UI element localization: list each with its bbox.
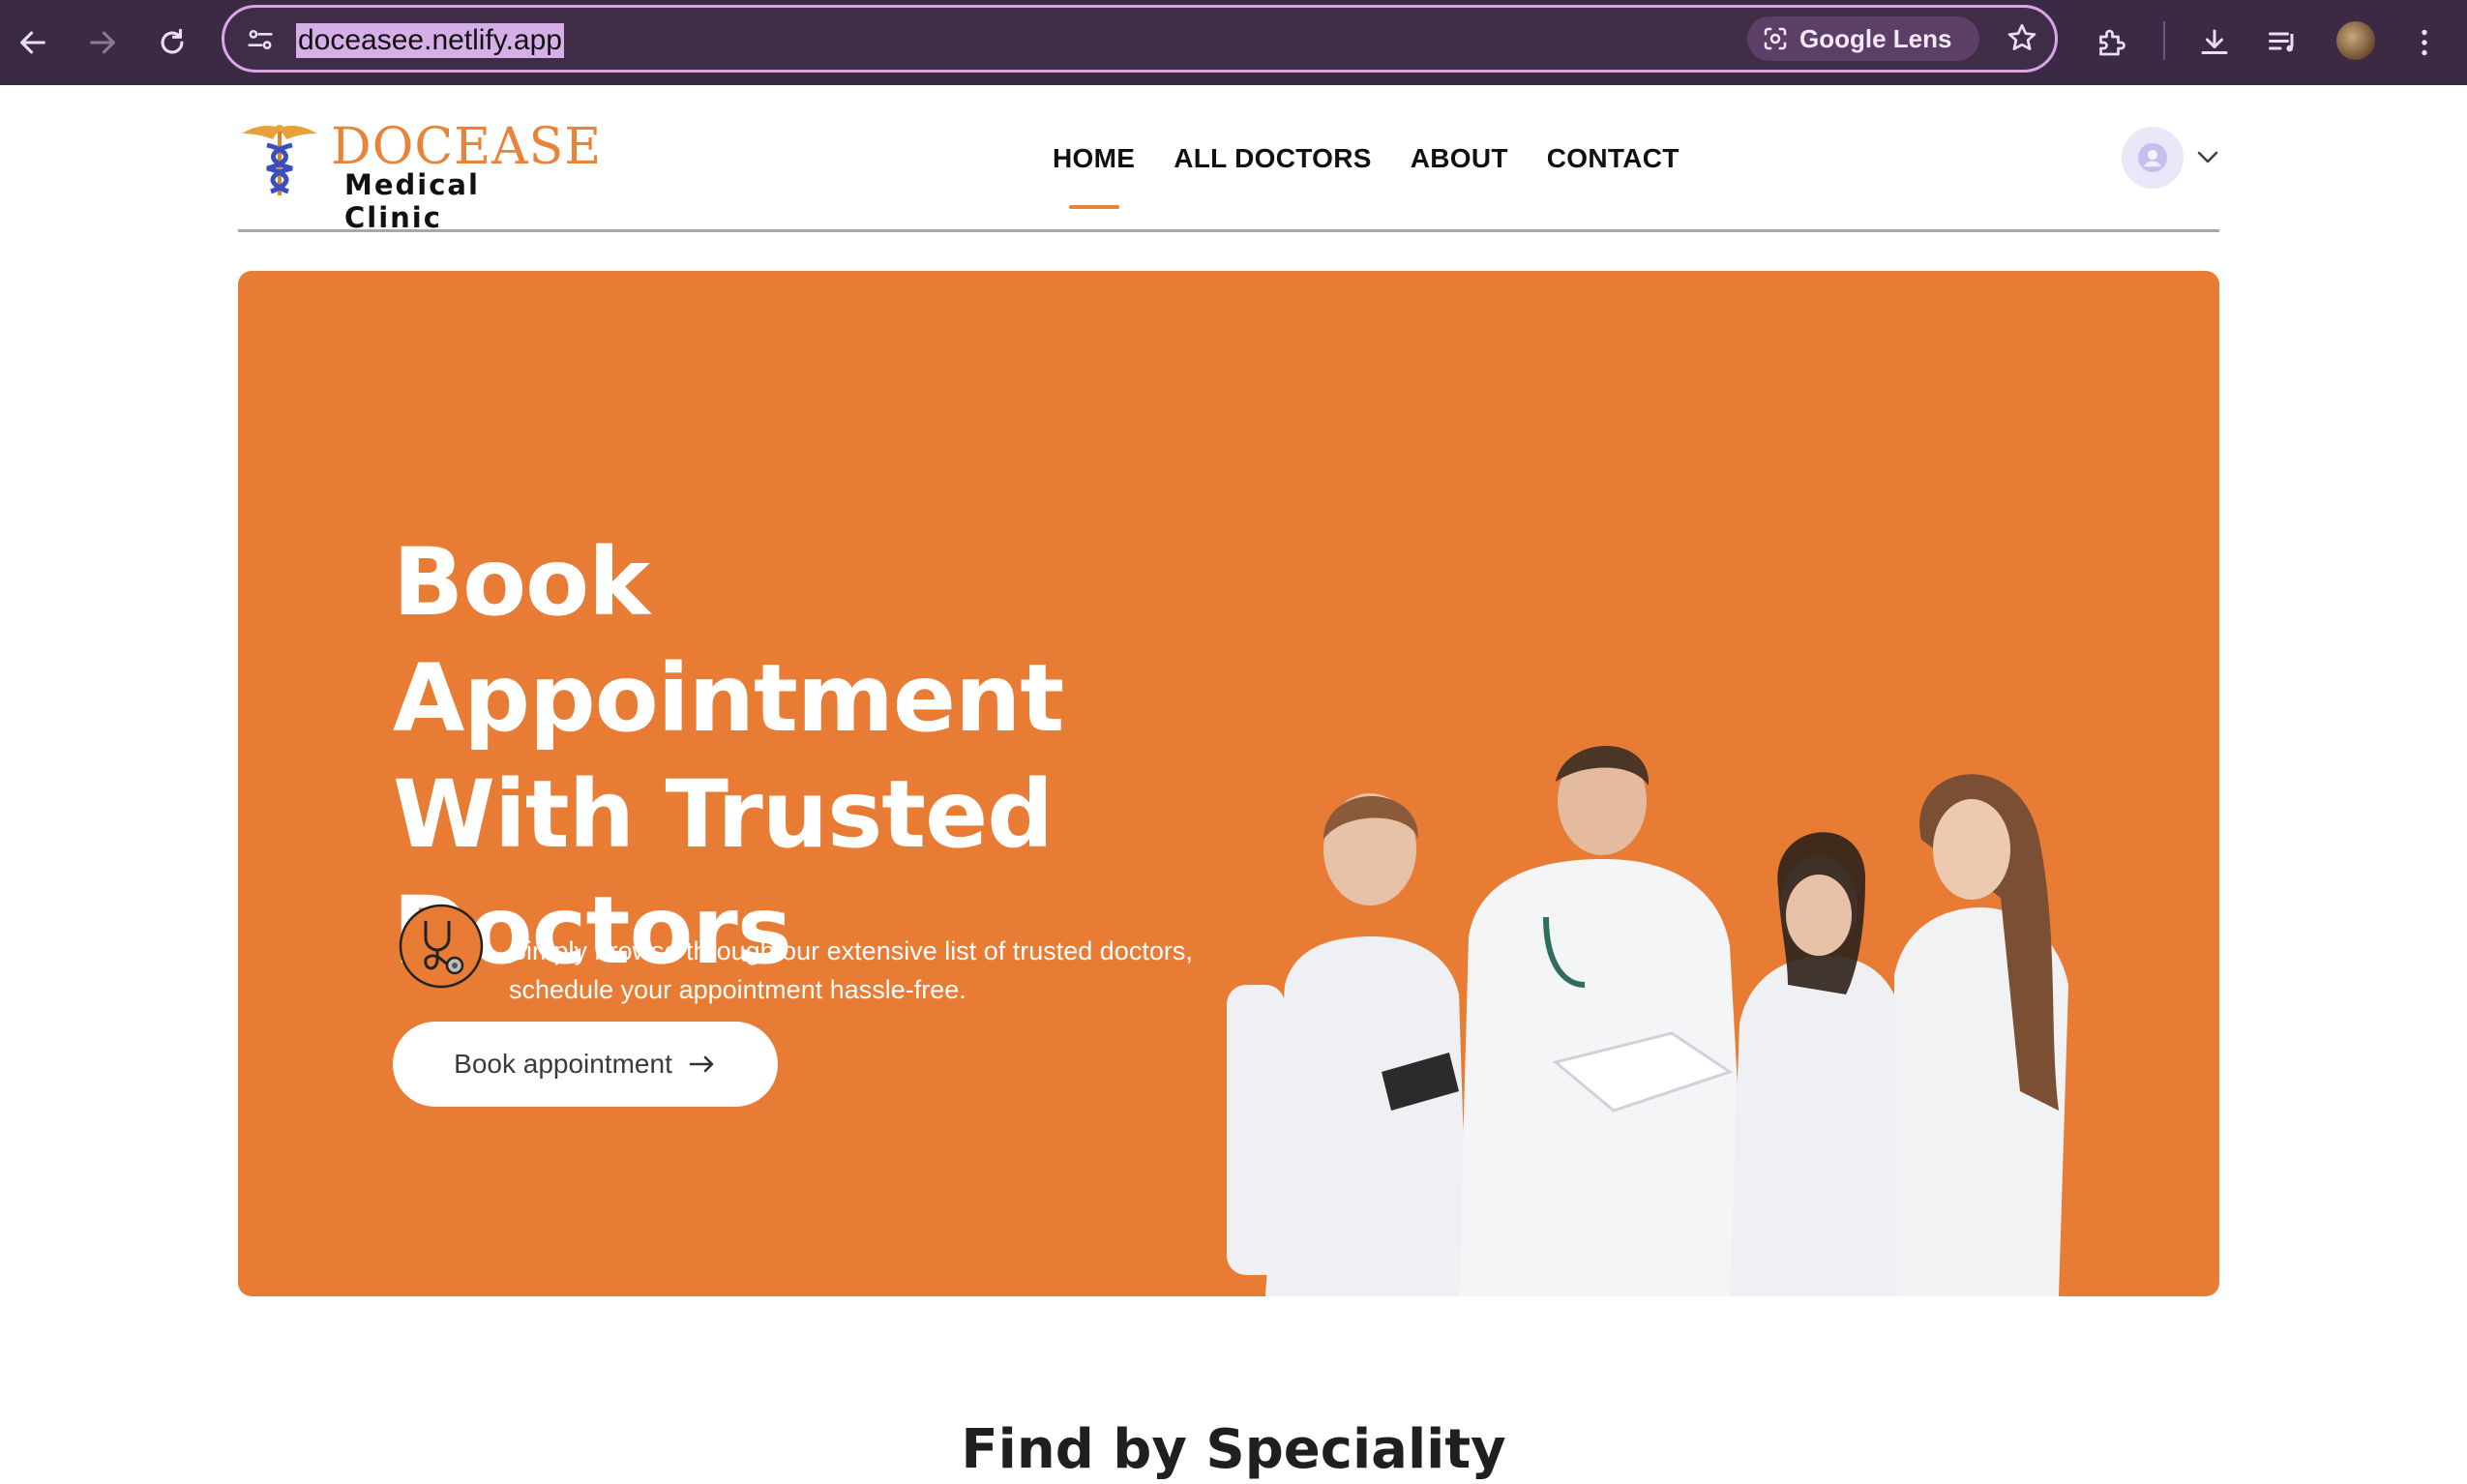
- bookmark-star-icon[interactable]: [2005, 20, 2039, 60]
- site-logo[interactable]: DOCEASE Medical Clinic: [238, 120, 601, 234]
- nav-all-doctors[interactable]: ALL DOCTORS: [1174, 139, 1372, 178]
- google-lens-label: Google Lens: [1799, 23, 1952, 53]
- download-icon[interactable]: [2185, 14, 2244, 72]
- nav-home[interactable]: HOME: [1053, 139, 1135, 178]
- book-appointment-button[interactable]: Book appointment: [393, 1022, 778, 1107]
- back-icon[interactable]: [4, 14, 62, 72]
- hero-description: Simply browse through our extensive list…: [509, 932, 1244, 1009]
- media-icon[interactable]: [2254, 14, 2312, 72]
- browser-toolbar: doceasee.netlify.app Google Lens: [0, 0, 2467, 85]
- hero-title-line: With Trusted: [393, 760, 1054, 869]
- doctors-group-image: [1227, 745, 2068, 1296]
- hero-title: Book Appointment With Trusted Doctors: [393, 524, 1263, 989]
- forward-icon[interactable]: [74, 14, 132, 72]
- hero-description-line: schedule your appointment hassle-free.: [509, 975, 966, 1004]
- chevron-down-icon[interactable]: [2196, 147, 2219, 171]
- kebab-menu-icon[interactable]: [2395, 14, 2453, 72]
- brand-subtitle: Medical Clinic: [344, 168, 480, 234]
- hero-title-line: Book Appointment: [393, 528, 1064, 753]
- hero-banner: Book Appointment With Trusted Doctors Si…: [238, 271, 2219, 1296]
- google-lens-icon: [1764, 27, 1787, 50]
- site-info-icon[interactable]: [244, 23, 277, 61]
- reload-icon[interactable]: [143, 14, 201, 72]
- url-text[interactable]: doceasee.netlify.app: [296, 23, 564, 58]
- header-divider: [238, 229, 2219, 232]
- main-nav: HOME ALL DOCTORS ABOUT CONTACT: [1053, 139, 1718, 178]
- arrow-right-icon: [689, 1055, 714, 1073]
- address-bar[interactable]: doceasee.netlify.app Google Lens: [222, 5, 2058, 73]
- google-lens-button[interactable]: Google Lens: [1747, 16, 1979, 61]
- toolbar-divider: [2163, 21, 2165, 60]
- stethoscope-icon: [399, 904, 484, 989]
- book-appointment-label: Book appointment: [454, 1049, 672, 1079]
- hero-description-line: Simply browse through our extensive list…: [509, 936, 1193, 965]
- caduceus-logo: [242, 125, 317, 195]
- section-title: Find by Speciality: [961, 1418, 1506, 1481]
- brand-name: DOCEASE: [331, 118, 603, 176]
- user-icon: [2138, 143, 2167, 172]
- extensions-icon[interactable]: [2082, 14, 2140, 72]
- nav-about[interactable]: ABOUT: [1411, 139, 1508, 178]
- profile-avatar[interactable]: [2336, 21, 2375, 60]
- site-header: DOCEASE Medical Clinic HOME ALL DOCTORS …: [238, 85, 2219, 234]
- user-menu-avatar[interactable]: [2122, 127, 2184, 189]
- nav-contact[interactable]: CONTACT: [1547, 139, 1679, 178]
